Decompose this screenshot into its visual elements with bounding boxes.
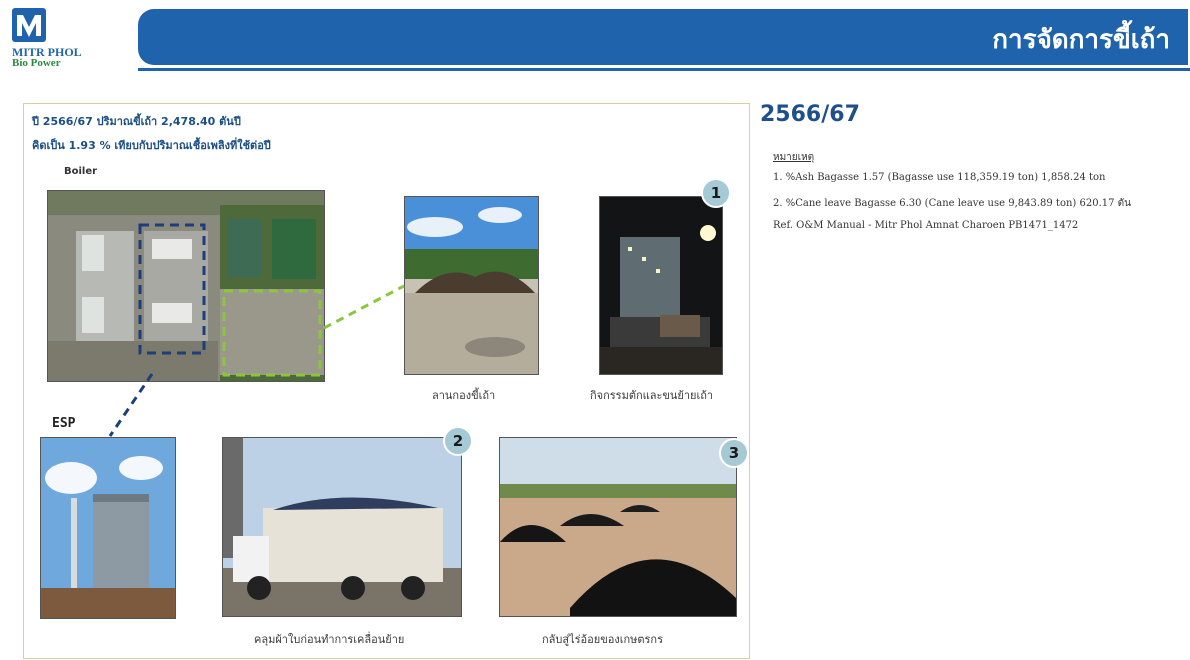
return-to-farmers-caption: กลับสู่ไร่อ้อยของเกษตรกร bbox=[542, 633, 663, 646]
logo-mark-icon bbox=[12, 8, 46, 42]
logo-m-icon bbox=[17, 15, 41, 37]
green-connector bbox=[323, 284, 405, 330]
note-reference: Ref. O&M Manual - Mitr Phol Amnat Charoe… bbox=[773, 220, 1079, 231]
esp-image bbox=[41, 438, 175, 618]
fiscal-year-heading: 2566/67 bbox=[760, 102, 860, 127]
page-title: การจัดการขี้เถ้า bbox=[992, 25, 1170, 55]
logo-subtitle: Bio Power bbox=[12, 57, 61, 69]
step-badge-3: 3 bbox=[719, 438, 749, 468]
mitr-phol-logo: MITR PHOL Bio Power bbox=[12, 8, 122, 72]
note-cane-leave: 2. %Cane leave Bagasse 6.30 (Cane leave … bbox=[773, 198, 1131, 209]
truck-covering-photo bbox=[222, 437, 462, 617]
title-underline bbox=[138, 68, 1190, 71]
esp-label: ESP bbox=[52, 416, 76, 431]
ash-management-panel: ปี 2566/67 ปริมาณขี้เถ้า 2,478.40 ตันปี … bbox=[23, 103, 750, 659]
navy-connector bbox=[108, 373, 154, 437]
farm-ash-piles-photo bbox=[499, 437, 737, 617]
cover-before-transport-caption: คลุมผ้าใบก่อนทำการเคลื่อนย้าย bbox=[254, 633, 405, 646]
note-ash-bagasse: 1. %Ash Bagasse 1.57 (Bagasse use 118,35… bbox=[773, 172, 1106, 183]
notes-label: หมายเหตุ bbox=[773, 152, 815, 163]
title-bar: การจัดการขี้เถ้า bbox=[138, 9, 1188, 65]
step-badge-2: 2 bbox=[443, 426, 473, 456]
farm-ash-piles-image bbox=[500, 438, 736, 616]
truck-covering-image bbox=[223, 438, 461, 616]
esp-photo bbox=[40, 437, 176, 619]
